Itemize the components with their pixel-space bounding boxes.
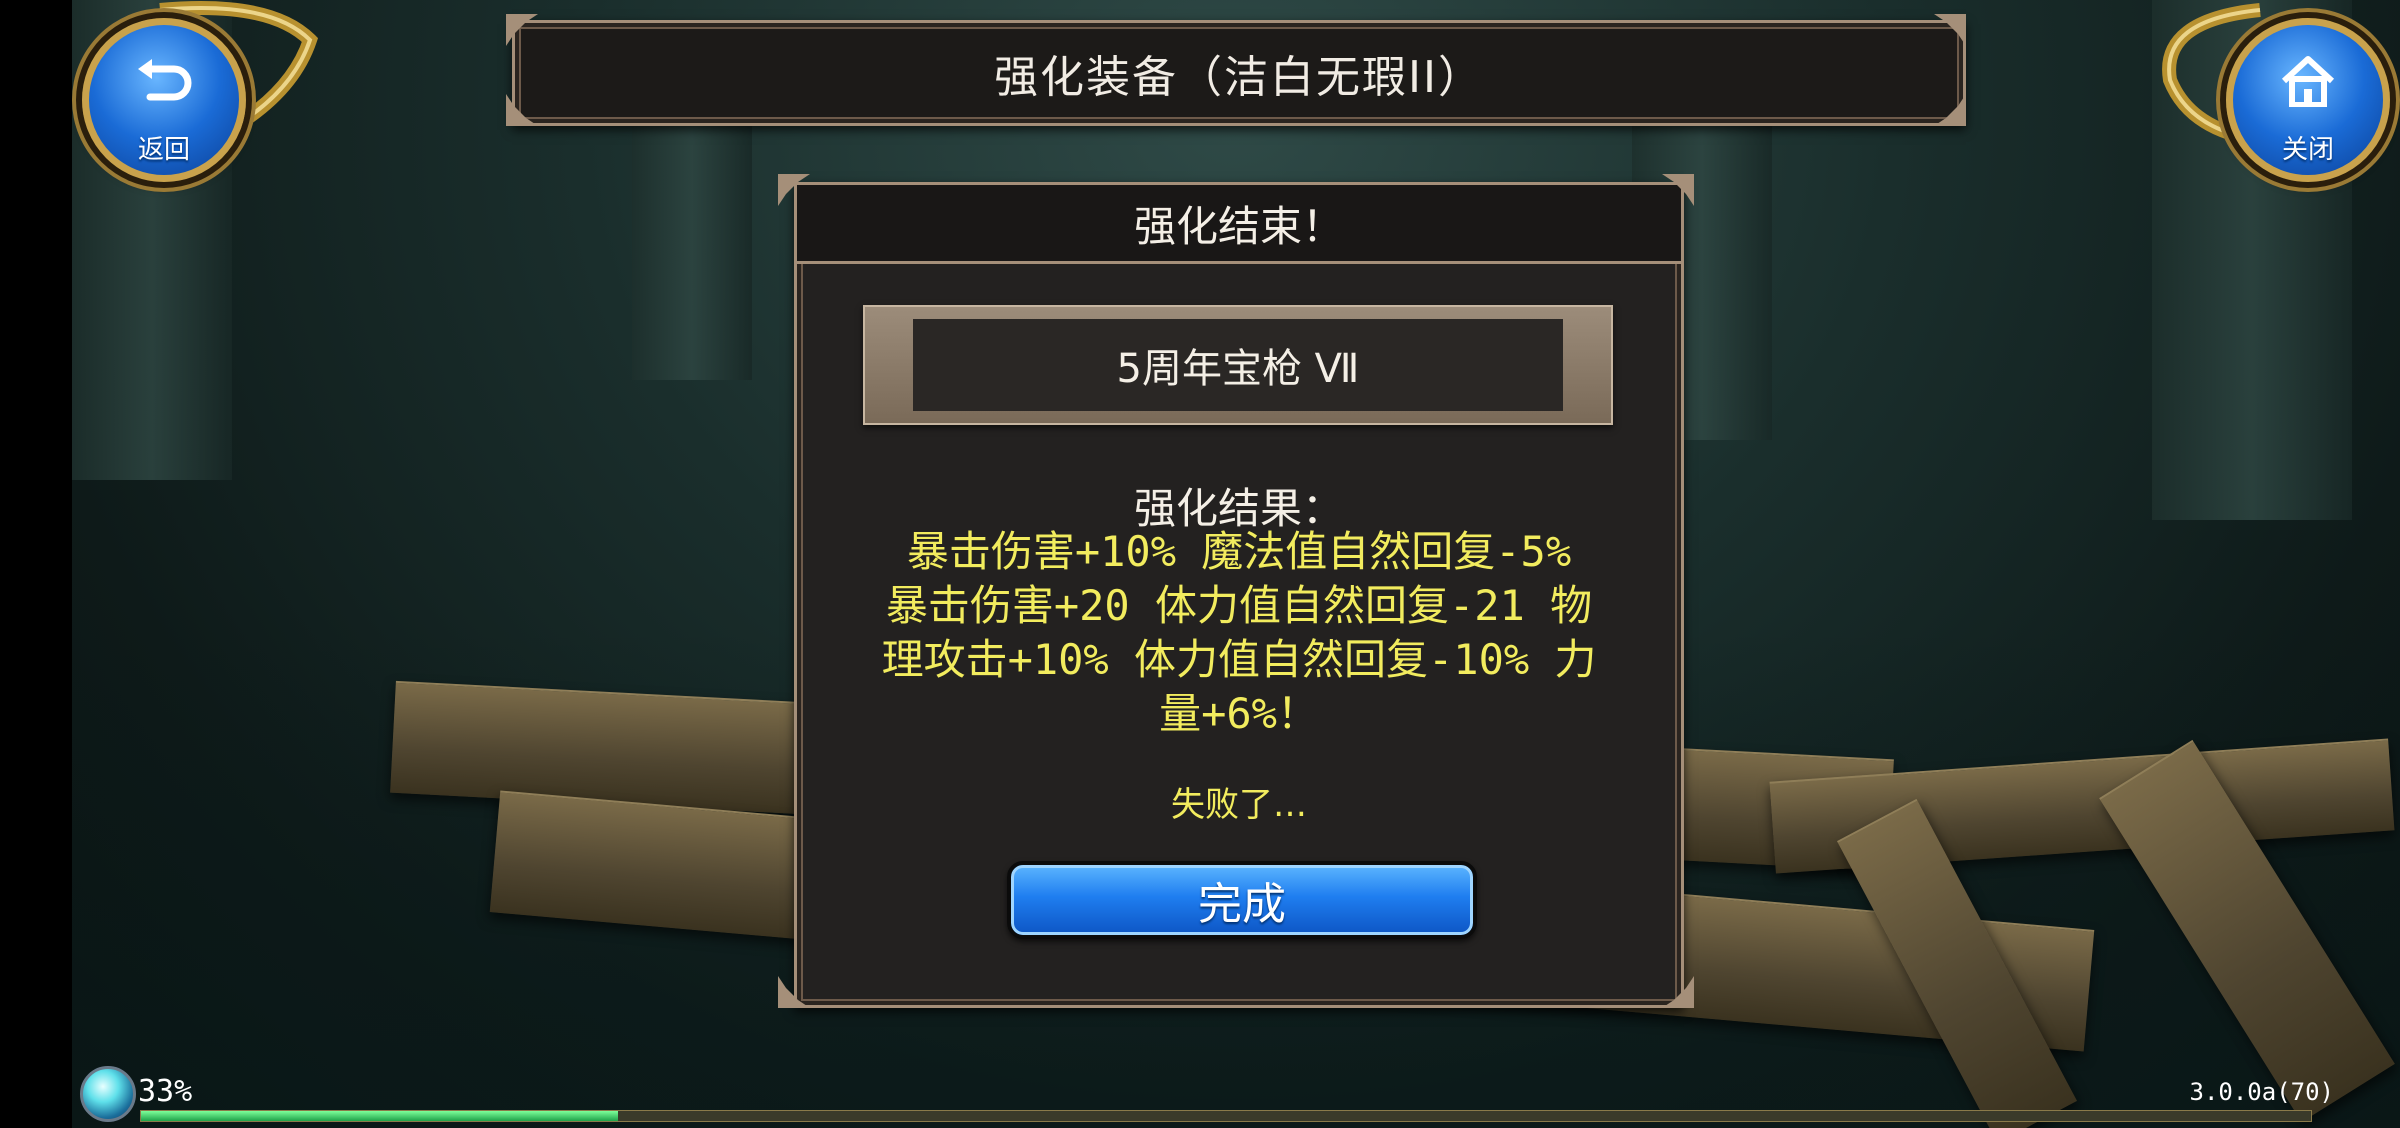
frame-corner-ornament bbox=[506, 14, 538, 46]
frame-corner-ornament bbox=[506, 94, 538, 126]
result-line: 理攻击+10% 体力值自然回复-10% 力 bbox=[881, 635, 1597, 684]
back-button[interactable]: 返回 bbox=[82, 18, 246, 182]
title-bar: 强化装备（洁白无瑕II） bbox=[512, 20, 1966, 126]
item-name: 5周年宝枪 Ⅶ bbox=[913, 319, 1563, 411]
close-label: 关闭 bbox=[2281, 135, 2334, 165]
result-line: 暴击伤害+20 体力值自然回复-21 物 bbox=[885, 581, 1593, 630]
return-arrow-icon bbox=[138, 59, 192, 101]
done-button[interactable]: 完成 bbox=[1007, 861, 1477, 939]
dialog-title: 强化结束！ bbox=[797, 185, 1681, 264]
progress-fill bbox=[141, 1111, 619, 1121]
result-stats: 暴击伤害+10% 魔法值自然回复-5% 暴击伤害+20 体力值自然回复-21 物… bbox=[827, 525, 1651, 741]
home-icon bbox=[2281, 56, 2335, 107]
enhance-result-dialog: 强化结束！ 5周年宝枪 Ⅶ 强化结果： 暴击伤害+10% 魔法值自然回复-5% … bbox=[794, 182, 1684, 1008]
result-line: 量+6%！ bbox=[1159, 689, 1319, 738]
frame-corner-ornament bbox=[1662, 174, 1694, 206]
frame-corner-ornament bbox=[778, 174, 810, 206]
frame-corner-ornament bbox=[1934, 94, 1966, 126]
frame-corner-ornament bbox=[1662, 976, 1694, 1008]
frame-corner-ornament bbox=[778, 976, 810, 1008]
progress-percent: 33% bbox=[138, 1074, 193, 1109]
frame-corner-ornament bbox=[1934, 14, 1966, 46]
version-label: 3.0.0a(70) bbox=[2189, 1078, 2335, 1106]
item-name-box: 5周年宝枪 Ⅶ bbox=[863, 305, 1613, 425]
close-button[interactable]: 关闭 bbox=[2226, 18, 2390, 182]
progress-bar bbox=[140, 1110, 2312, 1122]
back-label: 返回 bbox=[137, 135, 190, 165]
loading-orb-icon bbox=[80, 1066, 136, 1122]
status-text: 失败了… bbox=[1171, 785, 1307, 825]
page-title: 强化装备（洁白无瑕II） bbox=[994, 52, 1484, 103]
result-line: 暴击伤害+10% 魔法值自然回复-5% bbox=[906, 527, 1572, 576]
